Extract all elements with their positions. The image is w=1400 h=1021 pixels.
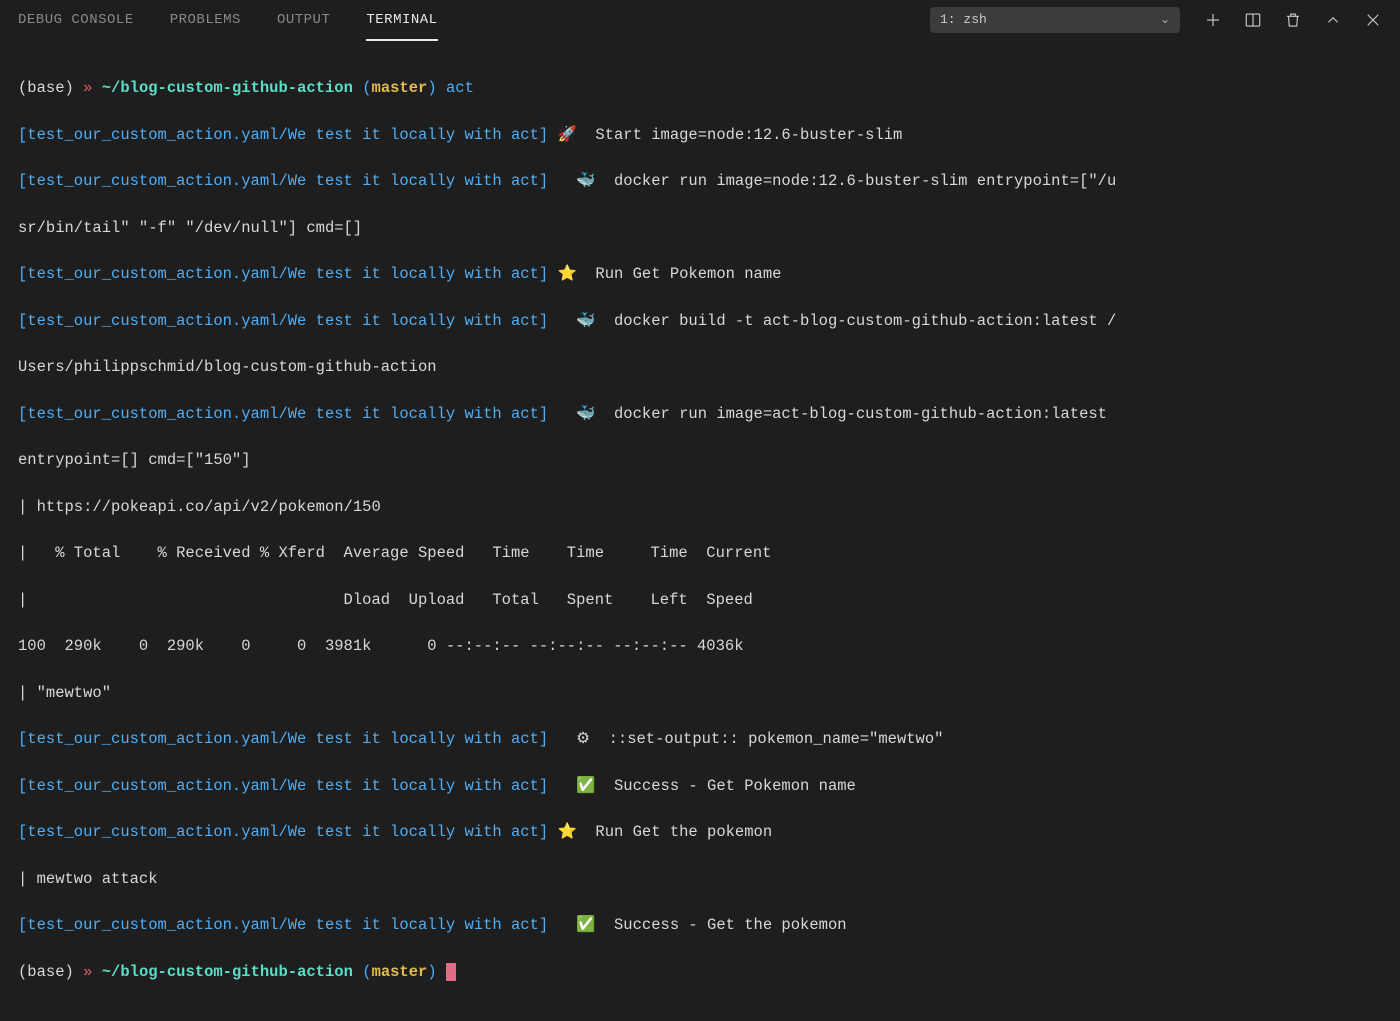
log-line: Users/philippschmid/blog-custom-github-a… — [18, 358, 437, 376]
run-label: [test_our_custom_action.yaml/We test it … — [18, 730, 548, 748]
run-label: [test_our_custom_action.yaml/We test it … — [18, 172, 548, 190]
curl-line: | Dload Upload Total Spent Left Speed — [18, 591, 753, 609]
run-label: [test_our_custom_action.yaml/We test it … — [18, 777, 548, 795]
panel-actions — [1204, 11, 1382, 29]
log-line: ⭐ Run Get Pokemon name — [558, 265, 782, 283]
cursor — [446, 963, 456, 981]
terminal-shell-select[interactable]: 1: zsh ⌄ — [930, 7, 1180, 33]
prompt-arrow: » — [83, 79, 92, 97]
curl-line: | https://pokeapi.co/api/v2/pokemon/150 — [18, 498, 381, 516]
prompt-path: ~/blog-custom-github-action — [102, 963, 353, 981]
shell-selected-label: 1: zsh — [940, 12, 987, 27]
prompt-env: (base) — [18, 963, 74, 981]
prompt-env: (base) — [18, 79, 74, 97]
log-line: 🚀 Start image=node:12.6-buster-slim — [558, 126, 903, 144]
curl-line: 100 290k 0 290k 0 0 3981k 0 --:--:-- --:… — [18, 637, 744, 655]
run-label: [test_our_custom_action.yaml/We test it … — [18, 405, 548, 423]
prompt-branch: master — [372, 963, 428, 981]
log-line: 🐳 docker build -t act-blog-custom-github… — [558, 312, 1117, 330]
curl-line: | % Total % Received % Xferd Average Spe… — [18, 544, 771, 562]
prompt-arrow: » — [83, 963, 92, 981]
log-line: 🐳 docker run image=act-blog-custom-githu… — [558, 405, 1108, 423]
terminal-output[interactable]: (base) » ~/blog-custom-github-action (ma… — [0, 40, 1400, 1021]
split-terminal-icon[interactable] — [1244, 11, 1262, 29]
log-line: ⭐ Run Get the pokemon — [558, 823, 773, 841]
run-label: [test_our_custom_action.yaml/We test it … — [18, 126, 548, 144]
log-line: ✅ Success - Get Pokemon name — [558, 777, 856, 795]
log-line: entrypoint=[] cmd=["150"] — [18, 451, 251, 469]
branch-close: ) — [427, 79, 436, 97]
run-label: [test_our_custom_action.yaml/We test it … — [18, 312, 548, 330]
tab-terminal[interactable]: TERMINAL — [366, 4, 455, 36]
run-label: [test_our_custom_action.yaml/We test it … — [18, 265, 548, 283]
new-terminal-icon[interactable] — [1204, 11, 1222, 29]
chevron-down-icon: ⌄ — [1160, 12, 1170, 27]
tab-problems[interactable]: PROBLEMS — [170, 4, 259, 36]
branch-close: ) — [427, 963, 436, 981]
prompt-command: act — [446, 79, 474, 97]
prompt-branch: master — [372, 79, 428, 97]
close-icon[interactable] — [1364, 11, 1382, 29]
trash-icon[interactable] — [1284, 11, 1302, 29]
prompt-path: ~/blog-custom-github-action — [102, 79, 353, 97]
log-line: ⚙ ::set-output:: pokemon_name="mewtwo" — [558, 730, 944, 748]
log-line: sr/bin/tail" "-f" "/dev/null"] cmd=[] — [18, 219, 362, 237]
panel-tabs: DEBUG CONSOLE PROBLEMS OUTPUT TERMINAL 1… — [0, 0, 1400, 40]
run-label: [test_our_custom_action.yaml/We test it … — [18, 916, 548, 934]
log-line: 🐳 docker run image=node:12.6-buster-slim… — [558, 172, 1117, 190]
tab-debug-console[interactable]: DEBUG CONSOLE — [18, 4, 152, 36]
log-line: | mewtwo attack — [18, 870, 158, 888]
run-label: [test_our_custom_action.yaml/We test it … — [18, 823, 548, 841]
curl-line: | "mewtwo" — [18, 684, 111, 702]
log-line: ✅ Success - Get the pokemon — [558, 916, 847, 934]
chevron-up-icon[interactable] — [1324, 11, 1342, 29]
branch-open: ( — [362, 963, 371, 981]
tab-output[interactable]: OUTPUT — [277, 4, 348, 36]
branch-open: ( — [362, 79, 371, 97]
